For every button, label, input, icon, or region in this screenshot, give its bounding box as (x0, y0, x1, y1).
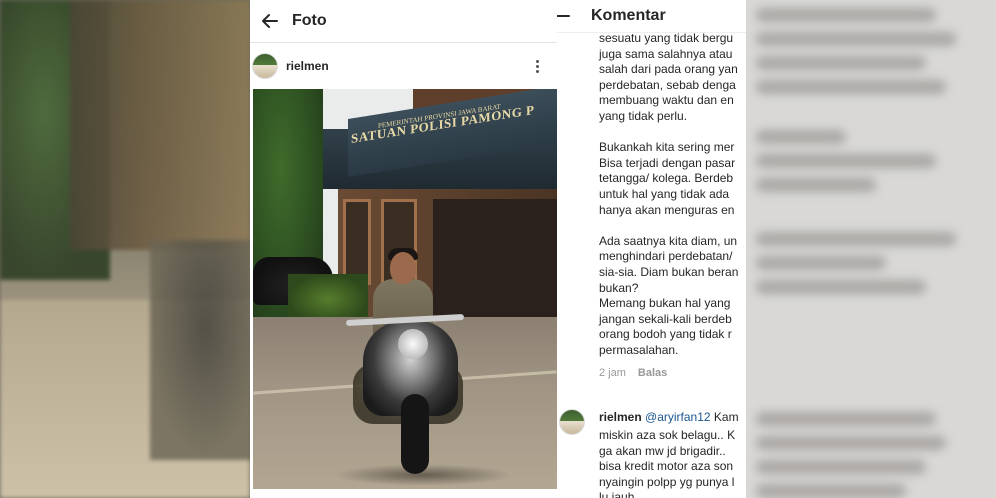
post-top-bar: Foto (250, 0, 557, 43)
post-photo[interactable]: PEMERINTAH PROVINSI JAWA BARAT SATUAN PO… (253, 89, 557, 489)
comments-title: Komentar (591, 7, 666, 24)
comment-username[interactable]: rielmen (599, 410, 642, 424)
reply-button[interactable]: Balas (638, 367, 667, 379)
avatar[interactable] (252, 53, 278, 79)
photo-post-screen: Foto rielmen PEMERINTAH PROVINSI JAWA BA… (250, 0, 557, 498)
comment-first-line: rielmen @aryirfan12 Kam (599, 410, 739, 426)
vertical-ellipsis-icon[interactable] (527, 54, 547, 78)
arrow-left-icon[interactable] (250, 0, 290, 42)
comment-time: 2 jam (599, 367, 626, 379)
post-header: rielmen (250, 43, 557, 89)
blurred-background-right (746, 0, 996, 498)
comments-screen: Komentar sesuatu yang tidak bergu juga s… (557, 0, 746, 498)
comments-top-bar: Komentar (557, 0, 746, 33)
blurred-background-left (0, 0, 250, 498)
comment-text: sesuatu yang tidak bergu juga sama salah… (599, 31, 739, 357)
avatar[interactable] (559, 409, 585, 435)
comment-text: miskin aza sok belagu.. K ga akan mw jd … (599, 428, 736, 498)
comment-mention[interactable]: @aryirfan12 (645, 410, 711, 424)
comment-meta: 2 jam Balas (599, 367, 667, 379)
page-title: Foto (292, 12, 327, 29)
arrow-left-icon[interactable] (557, 0, 585, 32)
post-username[interactable]: rielmen (286, 59, 527, 73)
comment-first-line-rest: Kam (710, 410, 739, 424)
